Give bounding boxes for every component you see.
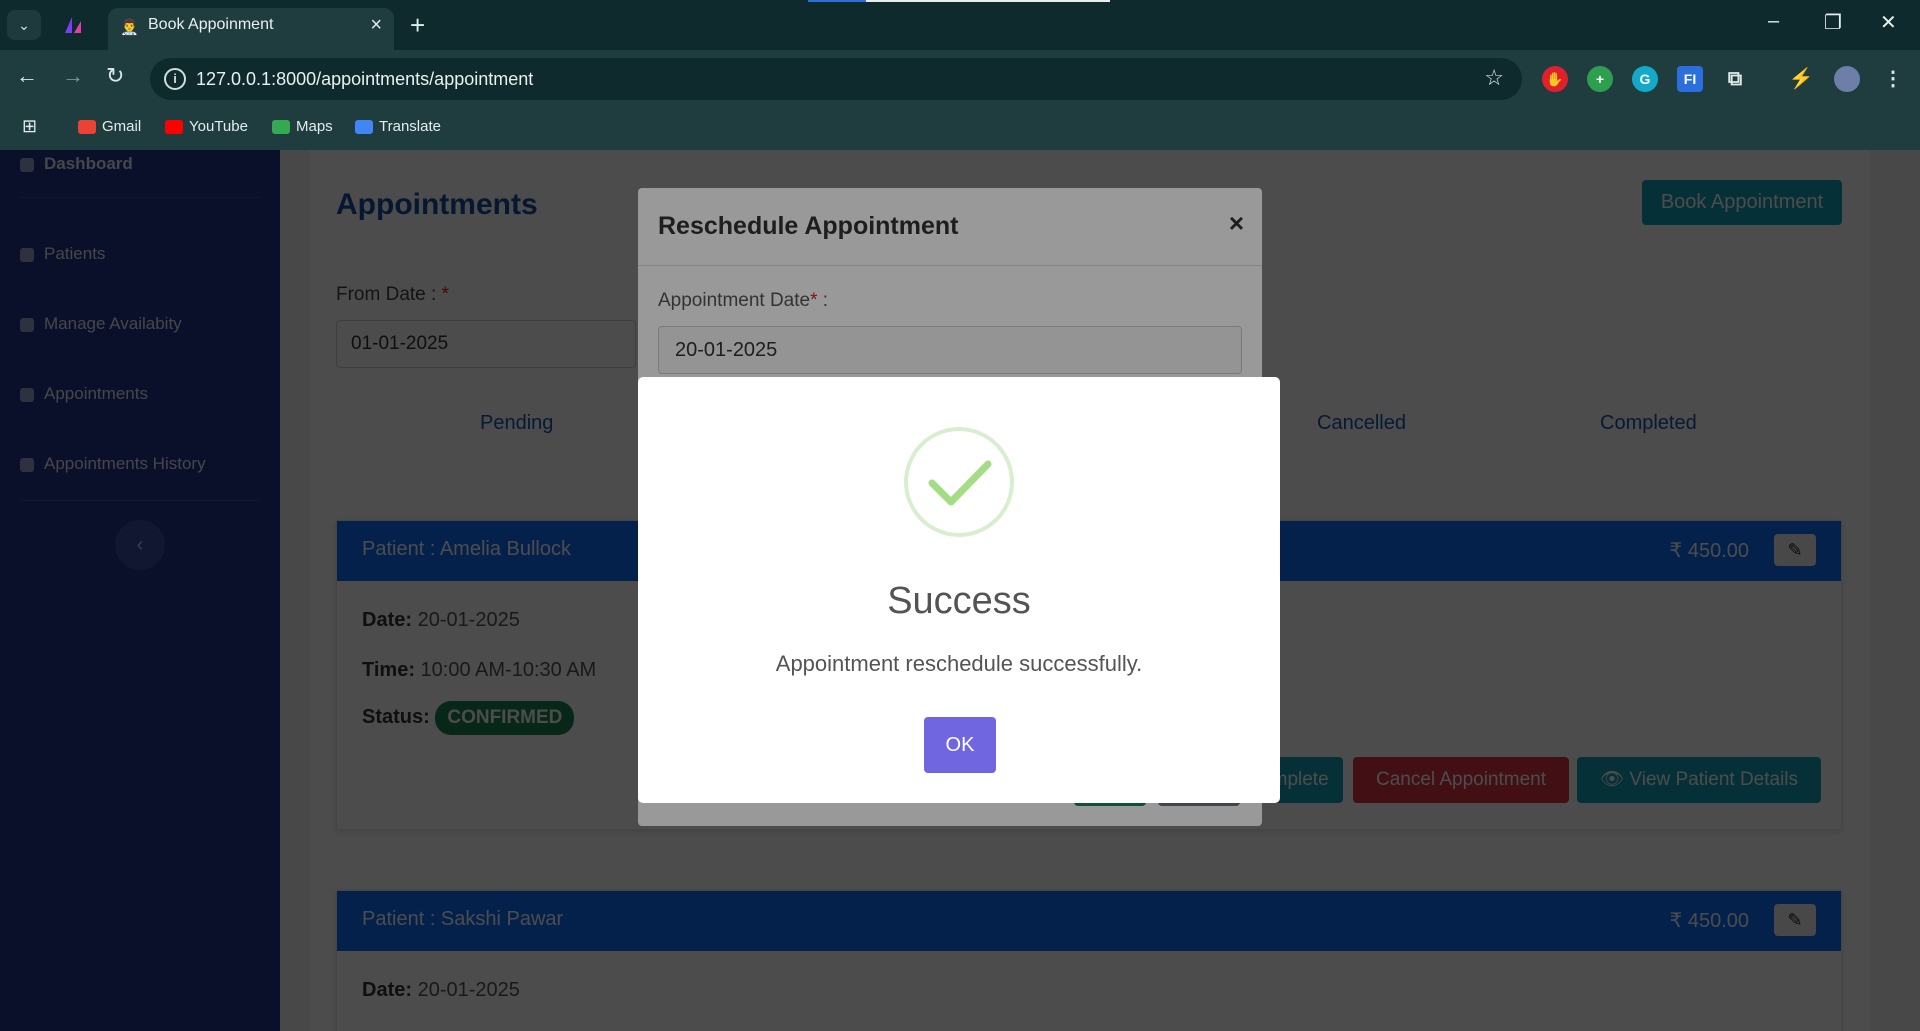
reload-icon[interactable]: ↻ [106, 63, 124, 89]
new-tab-button[interactable]: + [410, 10, 425, 41]
dialog-title: Success [887, 580, 1031, 622]
profile-avatar[interactable] [1834, 66, 1860, 92]
tab-title: Book Appoinment [148, 16, 274, 33]
address-bar[interactable]: i 127.0.0.1:8000/appointments/appointmen… [150, 58, 1522, 100]
performance-icon[interactable]: ⚡ [1788, 66, 1814, 92]
extensions-puzzle-icon[interactable]: ⧉ [1722, 66, 1748, 92]
app-logo-icon [65, 17, 81, 33]
tab-list-chevron-icon[interactable]: ⌄ [7, 10, 41, 40]
bookmark-label: YouTube [189, 118, 248, 135]
adblock-extension-icon[interactable]: ✋ [1542, 66, 1568, 92]
maps-icon [272, 120, 290, 135]
apps-grid-icon[interactable]: ⊞ [22, 116, 37, 137]
bookmark-youtube[interactable]: YouTube [165, 118, 248, 135]
restore-button[interactable]: ❐ [1824, 10, 1842, 35]
bookmark-star-icon[interactable]: ☆ [1484, 65, 1504, 91]
loading-track [866, 0, 1110, 2]
doctor-favicon-icon: 👨‍⚕ [120, 19, 139, 36]
bookmark-maps[interactable]: Maps [272, 118, 333, 135]
ok-button[interactable]: OK [924, 717, 996, 773]
bookmark-gmail[interactable]: Gmail [78, 118, 141, 135]
extension-green-icon[interactable]: + [1587, 66, 1613, 92]
url-text[interactable]: 127.0.0.1:8000/appointments/appointment [196, 69, 533, 90]
browser-tab-strip: ⌄ 👨‍⚕ Book Appoinment × + – ❐ ✕ [0, 0, 1920, 50]
bookmarks-bar: ⊞ Gmail YouTube Maps Translate [0, 108, 1920, 150]
checkmark-icon [928, 460, 992, 506]
bookmark-label: Maps [296, 118, 333, 135]
bookmark-translate[interactable]: Translate [355, 118, 441, 135]
translate-icon [355, 120, 373, 135]
back-arrow-icon[interactable]: ← [16, 63, 38, 89]
site-info-icon[interactable]: i [164, 68, 186, 90]
bookmark-label: Translate [379, 118, 441, 135]
forward-arrow-icon[interactable]: → [62, 63, 84, 89]
browser-menu-icon[interactable]: ⋮ [1880, 66, 1906, 92]
bookmark-label: Gmail [102, 118, 142, 135]
grammarly-extension-icon[interactable]: G [1632, 66, 1658, 92]
fi-extension-icon[interactable]: FI [1677, 66, 1703, 92]
minimize-button[interactable]: – [1768, 10, 1779, 33]
success-check-icon [904, 427, 1014, 537]
tab-close-icon[interactable]: × [370, 14, 382, 37]
youtube-icon [165, 120, 183, 135]
gmail-icon [78, 120, 96, 135]
loading-indicator [808, 0, 866, 2]
browser-tab-active[interactable]: 👨‍⚕ Book Appoinment × [108, 8, 394, 50]
window-close-button[interactable]: ✕ [1880, 10, 1897, 35]
success-dialog: Success Appointment reschedule successfu… [638, 377, 1280, 803]
dialog-message: Appointment reschedule successfully. [775, 651, 1143, 676]
